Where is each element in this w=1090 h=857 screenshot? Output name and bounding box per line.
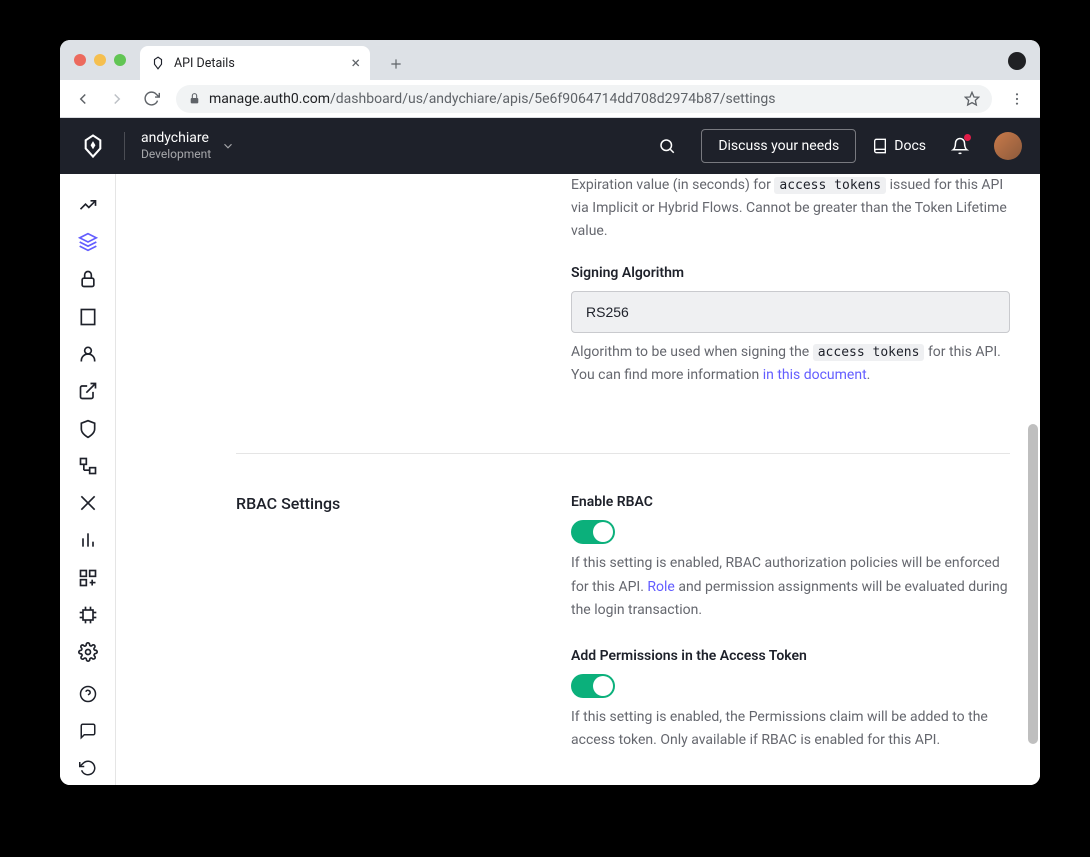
role-link[interactable]: Role — [647, 579, 674, 595]
sidebar-item-activity[interactable] — [70, 188, 106, 221]
browser-toolbar: manage.auth0.com/dashboard/us/andychiare… — [60, 80, 1040, 118]
maximize-window-button[interactable] — [114, 54, 126, 66]
signing-algorithm-input[interactable] — [571, 291, 1010, 333]
header-divider — [124, 132, 125, 160]
signing-doc-link[interactable]: in this document — [763, 367, 867, 383]
app-header: andychiare Development Discuss your need… — [60, 118, 1040, 174]
signing-algorithm-description: Algorithm to be used when signing the ac… — [571, 341, 1010, 387]
sidebar-item-authentication[interactable] — [70, 263, 106, 296]
browser-profile-button[interactable] — [1008, 52, 1026, 70]
add-permissions-description: If this setting is enabled, the Permissi… — [571, 706, 1010, 752]
add-permissions-label: Add Permissions in the Access Token — [571, 648, 1010, 664]
add-permissions-toggle[interactable] — [571, 674, 615, 698]
section-divider — [236, 453, 1010, 454]
window-controls — [74, 54, 126, 66]
search-button[interactable] — [649, 128, 685, 164]
tenant-environment: Development — [141, 147, 211, 161]
tenant-switcher[interactable]: andychiare Development — [141, 130, 235, 161]
lock-icon — [188, 92, 201, 105]
code-chip: access tokens — [774, 177, 886, 194]
sidebar-item-auth-pipeline[interactable] — [70, 487, 106, 520]
docs-link[interactable]: Docs — [872, 138, 926, 154]
scrollbar[interactable] — [1026, 174, 1040, 785]
minimize-window-button[interactable] — [94, 54, 106, 66]
discuss-needs-button[interactable]: Discuss your needs — [701, 129, 856, 163]
auth0-favicon-icon — [150, 55, 166, 71]
browser-window: API Details × manage.auth0.com/dashboard… — [60, 40, 1040, 785]
bookmark-star-icon[interactable] — [964, 91, 980, 107]
rbac-section-title: RBAC Settings — [236, 494, 571, 513]
close-window-button[interactable] — [74, 54, 86, 66]
sidebar-item-history[interactable] — [70, 752, 106, 785]
app-body: Expiration value (in seconds) for access… — [60, 174, 1040, 785]
auth0-logo-icon[interactable] — [78, 131, 108, 161]
sidebar-nav — [60, 174, 116, 785]
code-chip: access tokens — [813, 344, 925, 361]
reload-button[interactable] — [136, 84, 166, 114]
sidebar-item-security[interactable] — [70, 412, 106, 445]
content-area: Expiration value (in seconds) for access… — [116, 174, 1040, 785]
new-tab-button[interactable] — [382, 50, 410, 78]
signing-algorithm-label: Signing Algorithm — [571, 265, 1010, 281]
docs-label: Docs — [894, 138, 926, 154]
browser-tab-strip: API Details × — [60, 40, 1040, 80]
tab-title: API Details — [174, 56, 235, 71]
scrollbar-thumb[interactable] — [1028, 424, 1038, 744]
close-tab-button[interactable]: × — [351, 55, 360, 71]
tenant-name: andychiare — [141, 130, 211, 147]
sidebar-item-actions[interactable] — [70, 449, 106, 482]
browser-tab[interactable]: API Details × — [140, 46, 370, 80]
sidebar-item-users[interactable] — [70, 337, 106, 370]
notifications-button[interactable] — [942, 128, 978, 164]
enable-rbac-toggle[interactable] — [571, 520, 615, 544]
sidebar-item-branding[interactable] — [70, 375, 106, 408]
address-bar[interactable]: manage.auth0.com/dashboard/us/andychiare… — [176, 85, 992, 113]
sidebar-item-applications[interactable] — [70, 225, 106, 258]
browser-menu-button[interactable] — [1002, 91, 1032, 107]
enable-rbac-label: Enable RBAC — [571, 494, 1010, 510]
forward-button[interactable] — [102, 84, 132, 114]
enable-rbac-description: If this setting is enabled, RBAC authori… — [571, 552, 1010, 621]
sidebar-item-organizations[interactable] — [70, 300, 106, 333]
expiration-description: Expiration value (in seconds) for access… — [571, 174, 1010, 243]
book-icon — [872, 138, 888, 154]
sidebar-item-extensions[interactable] — [70, 598, 106, 631]
notification-badge — [964, 134, 971, 141]
sidebar-item-marketplace[interactable] — [70, 561, 106, 594]
back-button[interactable] — [68, 84, 98, 114]
url-text: manage.auth0.com/dashboard/us/andychiare… — [209, 91, 956, 107]
chevron-down-icon — [221, 139, 235, 153]
sidebar-item-feedback[interactable] — [70, 714, 106, 747]
sidebar-item-settings[interactable] — [70, 636, 106, 669]
sidebar-item-monitoring[interactable] — [70, 524, 106, 557]
sidebar-item-help[interactable] — [70, 677, 106, 710]
user-avatar[interactable] — [994, 132, 1022, 160]
